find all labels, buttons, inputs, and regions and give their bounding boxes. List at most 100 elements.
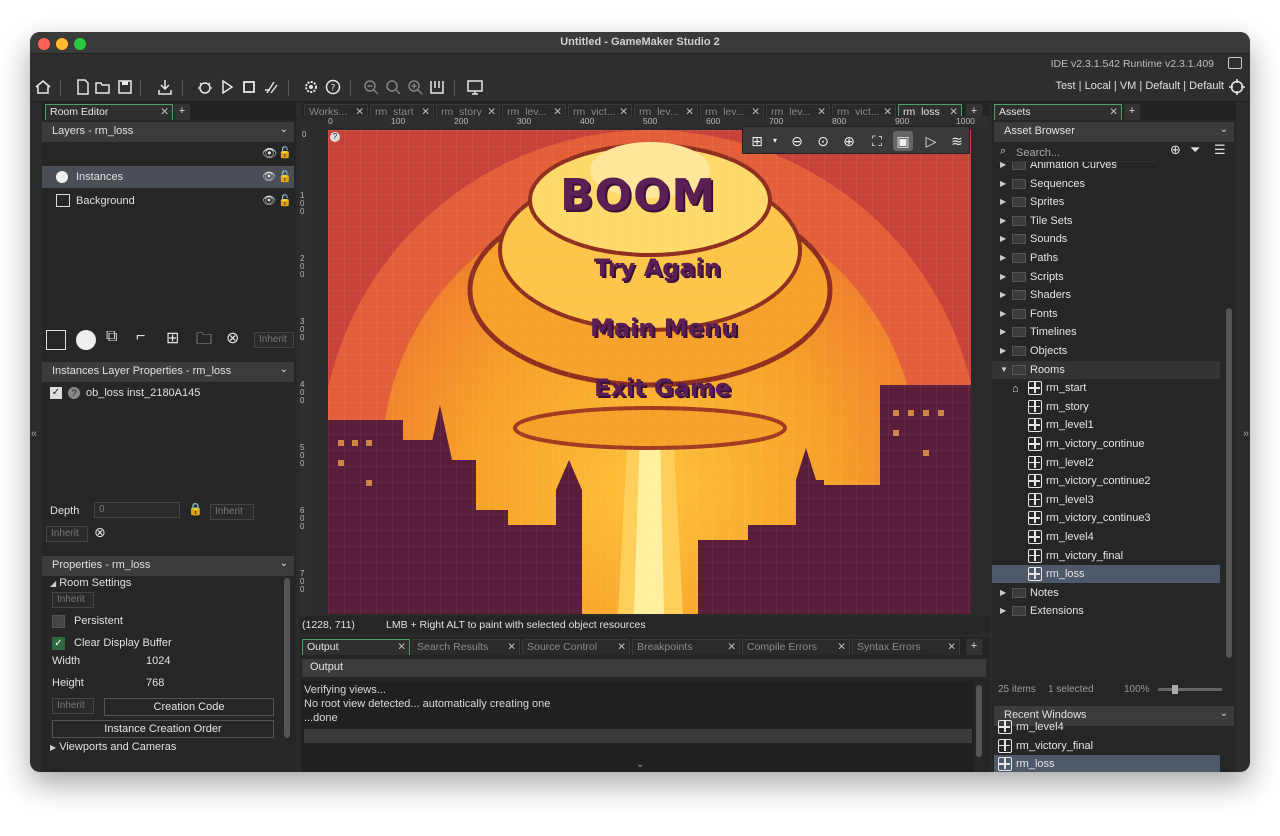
zoom-in-icon[interactable]: ⊕	[839, 131, 859, 151]
preferences-gear-icon[interactable]	[302, 78, 320, 96]
target-crosshair-icon[interactable]	[1228, 78, 1246, 96]
main-menu-button[interactable]: Main Menu	[590, 314, 738, 342]
viewports-section[interactable]: ▶ Viewports and Cameras	[50, 738, 250, 756]
zoom-reset-icon[interactable]: ⊙	[813, 131, 833, 151]
menu-icon[interactable]: ☰	[1214, 142, 1226, 158]
zoom-slider-thumb[interactable]	[1172, 685, 1178, 694]
home-icon[interactable]	[34, 78, 52, 96]
zoom-slider[interactable]	[1158, 685, 1222, 694]
asset-folder[interactable]: ▶ Sounds	[992, 230, 1220, 248]
chevron-down-icon[interactable]: ▾	[765, 131, 785, 151]
inherit-room-settings-button[interactable]: Inherit	[52, 592, 94, 608]
clear-buffer-checkbox[interactable]: ✓	[52, 637, 65, 650]
asset-folder[interactable]: ▶ Scripts	[992, 268, 1220, 286]
asset-room-item[interactable]: rm_loss	[992, 565, 1220, 584]
eye-icon[interactable]: 👁	[262, 166, 276, 188]
save-icon[interactable]	[116, 78, 134, 96]
debug-icon[interactable]	[196, 78, 214, 96]
asset-room-item[interactable]: rm_victory_continue2	[992, 472, 1220, 490]
tab-syntax-errors[interactable]: Syntax Errors ✕	[852, 639, 960, 655]
delete-layer-icon[interactable]: ⊗	[226, 328, 239, 348]
exit-game-button[interactable]: Exit Game	[594, 374, 731, 402]
filter-icon[interactable]: ⏷	[1190, 142, 1200, 158]
add-asset-icon[interactable]: ⊕	[1170, 142, 1181, 158]
workspace-layout-icon[interactable]	[428, 78, 446, 96]
caret-right-icon[interactable]: ▶	[1000, 230, 1006, 248]
layers-header[interactable]: Layers - rm_loss ⌄	[42, 122, 294, 142]
close-tab-icon[interactable]: ✕	[947, 641, 956, 653]
asset-room-item[interactable]: rm_victory_final	[992, 547, 1220, 565]
search-box[interactable]: ⌕ Search...	[996, 144, 1156, 162]
asset-room-item[interactable]: rm_victory_continue3	[992, 509, 1220, 527]
target-selector[interactable]: Test | Local | VM | Default | Default	[1055, 80, 1224, 92]
layer-row-background[interactable]: Background 👁 🔓	[42, 190, 294, 212]
caret-right-icon[interactable]: ▶	[1000, 162, 1006, 174]
add-tile-layer-icon[interactable]: ⧉	[106, 328, 117, 346]
caret-right-icon[interactable]: ▶	[1000, 268, 1006, 286]
persistent-row[interactable]: Persistent	[52, 610, 252, 632]
add-instance-layer-icon[interactable]	[76, 330, 96, 350]
asset-folder[interactable]: ▶ Extensions	[992, 602, 1220, 620]
layer-row-instances[interactable]: Instances 👁 🔓	[42, 166, 294, 188]
zoom-out-icon[interactable]: ⊖	[787, 131, 807, 151]
tab-room-editor[interactable]: Room Editor ✕	[45, 104, 173, 120]
tab-source-control[interactable]: Source Control ✕	[522, 639, 630, 655]
asset-folder[interactable]: ▶ Shaders	[992, 286, 1220, 304]
add-tab-button[interactable]: +	[174, 104, 190, 120]
room-settings-section[interactable]: ◢ Room Settings	[50, 574, 250, 592]
room-view[interactable]: BOOM Try Again Main Menu Exit Game ?	[328, 130, 971, 614]
new-project-icon[interactable]	[74, 78, 92, 96]
asset-folder[interactable]: ▶ Tile Sets	[992, 212, 1220, 230]
zoom-in-icon[interactable]	[406, 78, 424, 96]
inherit-depth-button[interactable]: Inherit	[210, 504, 254, 520]
asset-room-item[interactable]: rm_level3	[992, 491, 1220, 509]
asset-room-item[interactable]: rm_level2	[992, 454, 1220, 472]
lock-icon[interactable]: 🔓	[278, 190, 292, 212]
window-restore-icon[interactable]	[1228, 57, 1242, 69]
inherit-layers-button[interactable]: Inherit	[254, 332, 294, 348]
tab-assets[interactable]: Assets ✕	[994, 104, 1122, 120]
recent-window-item[interactable]: rm_victory_final	[994, 737, 1220, 755]
caret-right-icon[interactable]: ▶	[1000, 193, 1006, 211]
asset-folder[interactable]: ▶ Paths	[992, 249, 1220, 267]
asset-room-item[interactable]: ⌂ rm_start	[992, 379, 1220, 397]
play-icon[interactable]: ▷	[921, 131, 941, 151]
add-background-layer-icon[interactable]	[46, 330, 66, 350]
asset-room-item[interactable]: rm_victory_continue	[992, 435, 1220, 453]
add-tab-button[interactable]: +	[966, 639, 982, 655]
close-tab-icon[interactable]: ✕	[617, 641, 626, 653]
close-tab-icon[interactable]: ✕	[1109, 106, 1118, 118]
caret-right-icon[interactable]: ▶	[1000, 249, 1006, 267]
caret-right-icon[interactable]: ▶	[1000, 286, 1006, 304]
output-scrollbar[interactable]	[976, 685, 982, 757]
width-input[interactable]: 1024	[146, 650, 206, 672]
add-path-layer-icon[interactable]: ⌐	[136, 328, 145, 346]
grid-toggle-icon[interactable]: ⊞	[747, 131, 767, 151]
caret-right-icon[interactable]: ▶	[1000, 212, 1006, 230]
asset-folder[interactable]: ▶ Objects	[992, 342, 1220, 360]
asset-folder[interactable]: ▶ Animation Curves	[992, 162, 1220, 174]
game-options-monitor-icon[interactable]	[466, 78, 484, 96]
lock-icon[interactable]: 🔓	[278, 146, 292, 159]
eye-icon[interactable]: 👁	[262, 146, 277, 160]
asset-room-item[interactable]: rm_level4	[992, 528, 1220, 546]
lock-icon[interactable]: 🔓	[278, 166, 292, 188]
collapse-left-icon[interactable]: «	[31, 428, 37, 440]
height-input[interactable]: 768	[146, 672, 206, 694]
asset-room-item[interactable]: rm_story	[992, 398, 1220, 416]
persistent-checkbox[interactable]	[52, 615, 65, 628]
instance-creation-order-button[interactable]: Instance Creation Order	[52, 720, 274, 738]
tab-breakpoints[interactable]: Breakpoints ✕	[632, 639, 740, 655]
checkbox-checked-icon[interactable]: ✓	[50, 387, 62, 399]
caret-right-icon[interactable]: ▶	[1000, 305, 1006, 323]
layer-stack-icon[interactable]: ≋	[947, 131, 967, 151]
asset-folder[interactable]: ▼ Rooms	[992, 360, 1220, 379]
asset-tree-scrollbar[interactable]	[1226, 308, 1232, 658]
inherit-creation-code-button[interactable]: Inherit	[52, 698, 94, 714]
asset-folder[interactable]: ▶ Sprites	[992, 193, 1220, 211]
close-tab-icon[interactable]: ✕	[837, 641, 846, 653]
instances-layer-properties-header[interactable]: Instances Layer Properties - rm_loss ⌄	[42, 362, 294, 382]
close-tab-icon[interactable]: ✕	[727, 641, 736, 653]
output-input-line[interactable]	[304, 729, 972, 743]
instance-list-item[interactable]: ✓ ? ob_loss inst_2180A145	[48, 382, 288, 404]
